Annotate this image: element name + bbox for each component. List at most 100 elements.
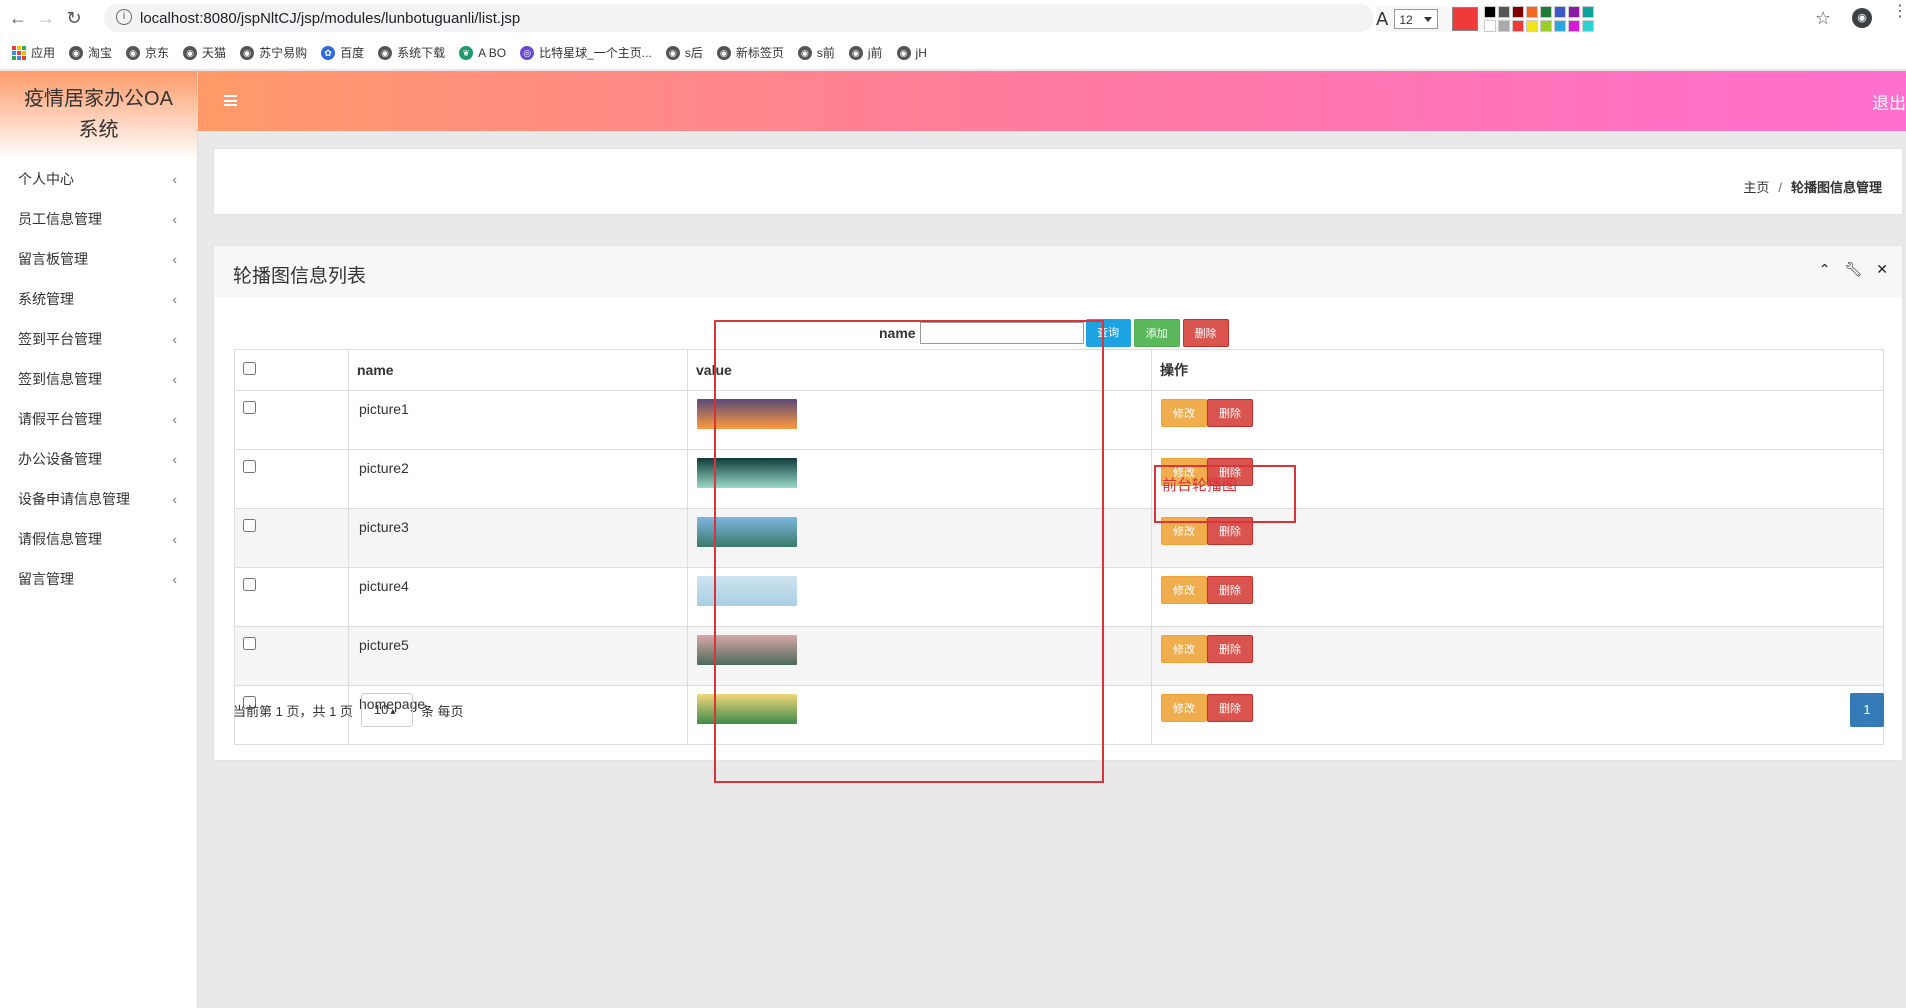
font-icon[interactable]: A	[1376, 9, 1388, 30]
color-swatch[interactable]	[1554, 5, 1567, 18]
row-checkbox[interactable]	[243, 401, 256, 414]
value-cell	[687, 567, 1152, 627]
bookmark-item[interactable]: ❦ A BO	[459, 45, 506, 60]
close-icon[interactable]: ✕	[1876, 262, 1888, 278]
page-size-select[interactable]: 10	[360, 693, 413, 727]
bookmark-item[interactable]: ◉ 系统下载	[378, 44, 445, 61]
wrench-icon[interactable]: 🔧︎	[1844, 262, 1862, 278]
thumbnail-image[interactable]	[697, 576, 797, 606]
back-icon[interactable]: ←	[8, 8, 28, 28]
chevron-left-icon: ‹	[172, 171, 177, 187]
breadcrumb-home[interactable]: 主页	[1743, 180, 1769, 195]
sidebar-item-label: 签到信息管理	[18, 371, 102, 387]
extension-icon[interactable]: ◉	[1852, 8, 1872, 28]
thumbnail-image[interactable]	[697, 517, 797, 547]
bookmark-item[interactable]: 应用	[12, 44, 55, 61]
color-swatch[interactable]	[1540, 5, 1553, 18]
bookmark-item[interactable]: ✿ 百度	[321, 44, 364, 61]
sidebar-item[interactable]: 签到平台管理 ‹	[0, 319, 197, 359]
chevron-left-icon: ‹	[172, 411, 177, 427]
current-color-swatch[interactable]	[1452, 7, 1479, 31]
bookmark-item[interactable]: ◉ 新标签页	[716, 44, 784, 61]
thumbnail-image[interactable]	[697, 399, 797, 429]
thumbnail-image[interactable]	[697, 458, 797, 488]
edit-button[interactable]: 修改	[1161, 694, 1207, 722]
add-button[interactable]: 添加	[1133, 319, 1180, 347]
edit-button[interactable]: 修改	[1161, 399, 1207, 427]
sidebar-item-label: 签到平台管理	[18, 331, 102, 347]
thumbnail-image[interactable]	[697, 694, 797, 724]
bookmark-item[interactable]: ◉ 苏宁易购	[240, 44, 307, 61]
bookmark-item[interactable]: ◉ 京东	[126, 44, 169, 61]
bookmark-item[interactable]: ◉ s前	[797, 44, 835, 61]
column-header-value[interactable]: value	[687, 349, 1152, 391]
color-swatch[interactable]	[1568, 19, 1581, 32]
color-swatch[interactable]	[1484, 5, 1497, 18]
bookmark-item[interactable]: ◎ 比特星球_一个主页...	[520, 44, 652, 61]
edit-button[interactable]: 修改	[1161, 576, 1207, 604]
row-checkbox[interactable]	[243, 578, 256, 591]
color-swatch[interactable]	[1568, 5, 1581, 18]
bookmark-item[interactable]: ◉ 淘宝	[69, 44, 112, 61]
bookmark-star-icon[interactable]: ☆	[1815, 8, 1831, 29]
sidebar-item[interactable]: 设备申请信息管理 ‹	[0, 479, 197, 519]
info-icon[interactable]: i	[116, 9, 132, 25]
sidebar-item[interactable]: 留言管理 ‹	[0, 559, 197, 599]
color-swatch[interactable]	[1582, 5, 1595, 18]
sidebar-item[interactable]: 请假平台管理 ‹	[0, 399, 197, 439]
batch-delete-button[interactable]: 删除	[1182, 319, 1229, 347]
row-checkbox[interactable]	[243, 460, 256, 473]
page-number-button[interactable]: 1	[1850, 693, 1884, 727]
row-checkbox[interactable]	[243, 637, 256, 650]
color-swatch[interactable]	[1540, 19, 1553, 32]
color-swatch[interactable]	[1526, 5, 1539, 18]
color-swatch[interactable]	[1582, 19, 1595, 32]
bookmark-item[interactable]: ◉ j前	[848, 44, 883, 61]
name-search-input[interactable]	[919, 322, 1084, 344]
collapse-icon[interactable]: ⌃	[1819, 262, 1831, 278]
sidebar-item[interactable]: 员工信息管理 ‹	[0, 199, 197, 239]
color-swatch[interactable]	[1554, 19, 1567, 32]
color-swatch[interactable]	[1512, 19, 1525, 32]
forward-icon[interactable]: →	[36, 8, 56, 28]
select-all-header	[234, 349, 349, 391]
sidebar-item[interactable]: 签到信息管理 ‹	[0, 359, 197, 399]
sidebar-item[interactable]: 留言板管理 ‹	[0, 239, 197, 279]
delete-button[interactable]: 删除	[1207, 694, 1253, 722]
browser-menu-icon[interactable]: ⋮	[1892, 4, 1906, 20]
query-button[interactable]: 查询	[1085, 319, 1131, 347]
sidebar-item[interactable]: 个人中心 ‹	[0, 159, 197, 199]
font-size-select[interactable]: 12	[1394, 9, 1439, 29]
row-checkbox[interactable]	[243, 519, 256, 532]
logout-link[interactable]: 退出	[1872, 89, 1906, 114]
panel-title: 轮播图信息列表	[233, 266, 367, 287]
reload-icon[interactable]: ↻	[64, 8, 84, 28]
globe-icon: ◉	[183, 45, 198, 60]
sidebar-item[interactable]: 办公设备管理 ‹	[0, 439, 197, 479]
color-swatch[interactable]	[1512, 5, 1525, 18]
bookmark-item[interactable]: ◉ jH	[896, 45, 927, 60]
breadcrumb: 主页 / 轮播图信息管理	[1743, 177, 1882, 196]
color-swatch[interactable]	[1498, 5, 1511, 18]
select-all-checkbox[interactable]	[243, 362, 256, 375]
thumbnail-image[interactable]	[697, 635, 797, 665]
delete-button[interactable]: 删除	[1207, 576, 1253, 604]
color-swatch[interactable]	[1526, 19, 1539, 32]
sidebar-item-label: 设备申请信息管理	[18, 491, 130, 507]
bookmark-item[interactable]: ◉ 天猫	[183, 44, 226, 61]
delete-button[interactable]: 删除	[1207, 635, 1253, 663]
search-label: name	[879, 325, 916, 341]
leaf-icon: ❦	[459, 45, 474, 60]
delete-button[interactable]: 删除	[1207, 399, 1253, 427]
edit-button[interactable]: 修改	[1161, 635, 1207, 663]
address-bar[interactable]: i localhost:8080/jspNltCJ/jsp/modules/lu…	[104, 4, 1374, 32]
globe-icon: ◉	[665, 45, 680, 60]
bookmark-item[interactable]: ◉ s后	[665, 44, 703, 61]
color-swatch[interactable]	[1498, 19, 1511, 32]
menu-toggle-icon[interactable]	[224, 95, 237, 106]
sidebar-item[interactable]: 请假信息管理 ‹	[0, 519, 197, 559]
column-header-name[interactable]: name	[348, 349, 688, 391]
color-swatch[interactable]	[1484, 19, 1497, 32]
breadcrumb-separator: /	[1778, 180, 1782, 195]
sidebar-item[interactable]: 系统管理 ‹	[0, 279, 197, 319]
